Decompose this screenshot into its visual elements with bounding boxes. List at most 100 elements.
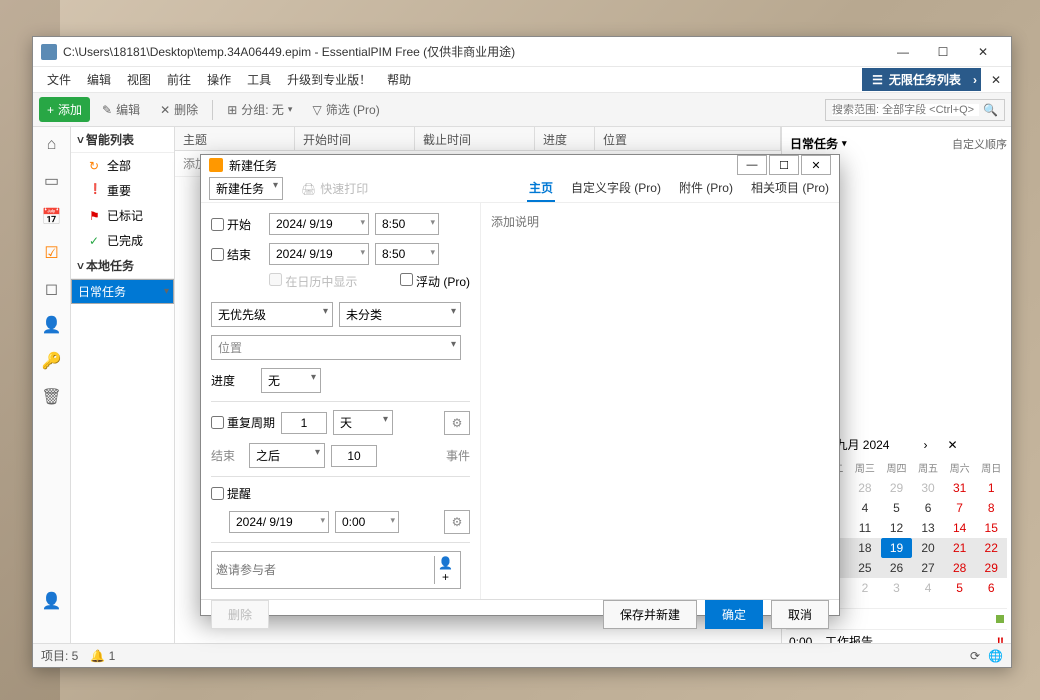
repeat-settings-button[interactable]: ⚙ [444, 411, 470, 435]
start-date-input[interactable]: 2024/ 9/19 [269, 213, 369, 235]
dialog-footer: 删除 保存并新建 确定 取消 [201, 599, 839, 629]
tree-done[interactable]: ✓已完成 [71, 228, 174, 253]
menu-file[interactable]: 文件 [39, 68, 79, 91]
description-input[interactable] [491, 213, 829, 589]
toolbar: +添加 ✎编辑 ✕删除 ⊞分组: 无▾ ▽筛选 (Pro) 🔍 [33, 93, 1011, 127]
progress-label: 进度 [211, 372, 255, 389]
repeat-checkbox[interactable]: 重复周期 [211, 414, 275, 431]
delete-button: 删除 [211, 600, 269, 629]
new-task-dialog: 新建任务 — ☐ ✕ 新建任务 🖨快速打印 主页 自定义字段 (Pro) 附件 … [200, 154, 840, 616]
event-row[interactable]: 0:00 工作报告 ‼ [786, 629, 1007, 643]
show-calendar-checkbox[interactable]: 在日历中显示 [269, 273, 357, 290]
dialog-maximize-button[interactable]: ☐ [769, 155, 799, 175]
priority-select[interactable]: 无优先级 [211, 302, 333, 327]
menu-edit[interactable]: 编辑 [79, 68, 119, 91]
tab-attach[interactable]: 附件 (Pro) [677, 175, 735, 202]
nav-notes-icon[interactable]: ◻ [40, 277, 64, 301]
repeat-unit-select[interactable]: 天 [333, 410, 393, 435]
tab-custom[interactable]: 自定义字段 (Pro) [569, 175, 663, 202]
search-input[interactable] [832, 104, 979, 116]
task-select[interactable]: 新建任务 [209, 177, 283, 200]
search-box[interactable]: 🔍 [825, 99, 1005, 121]
minimize-button[interactable]: — [883, 40, 923, 64]
priority-icon: ‼ [997, 635, 1004, 644]
close-button[interactable]: ✕ [963, 40, 1003, 64]
category-select[interactable]: 未分类 [339, 302, 461, 327]
menu-help[interactable]: 帮助 [379, 68, 419, 91]
grid-header: 主题 开始时间 截止时间 进度 位置 [175, 127, 781, 151]
tab-related[interactable]: 相关项目 (Pro) [749, 175, 831, 202]
tree-daily[interactable]: 日常任务 [71, 279, 174, 304]
status-bell[interactable]: 🔔 1 [90, 649, 115, 663]
repeat-count-input[interactable] [281, 412, 327, 434]
ok-button[interactable]: 确定 [705, 600, 763, 629]
status-globe-icon[interactable]: 🌐 [988, 649, 1003, 663]
maximize-button[interactable]: ☐ [923, 40, 963, 64]
cancel-button[interactable]: 取消 [771, 600, 829, 629]
description-pane[interactable] [481, 203, 839, 599]
nav-trash-icon[interactable]: 🗑 [40, 385, 64, 409]
col-progress[interactable]: 进度 [535, 127, 595, 150]
end-checkbox[interactable]: 结束 [211, 246, 263, 263]
nav-user-icon[interactable]: 👤 [40, 589, 64, 613]
end-time-input[interactable]: 8:50 [375, 243, 439, 265]
banner-text: 无限任务列表 [889, 71, 961, 88]
invite-input[interactable]: 👤+ [211, 551, 461, 589]
remind-time-input[interactable]: 0:00 [335, 511, 399, 533]
remind-settings-button[interactable]: ⚙ [444, 510, 470, 534]
statusbar: 项目: 5 🔔 1 ⟳ 🌐 [33, 643, 1011, 667]
dialog-toolbar: 新建任务 🖨快速打印 主页 自定义字段 (Pro) 附件 (Pro) 相关项目 … [201, 175, 839, 203]
tree-all[interactable]: ↻全部 [71, 153, 174, 178]
float-checkbox[interactable]: 浮动 (Pro) [400, 273, 470, 290]
filter-button[interactable]: ▽筛选 (Pro) [304, 97, 387, 122]
location-input[interactable]: 位置 [211, 335, 461, 360]
remind-date-input[interactable]: 2024/ 9/19 [229, 511, 329, 533]
start-time-input[interactable]: 8:50 [375, 213, 439, 235]
add-button[interactable]: +添加 [39, 97, 90, 122]
dialog-minimize-button[interactable]: — [737, 155, 767, 175]
add-participant-icon[interactable]: 👤+ [434, 556, 456, 584]
menu-action[interactable]: 操作 [199, 68, 239, 91]
col-start[interactable]: 开始时间 [295, 127, 415, 150]
col-subject[interactable]: 主题 [175, 127, 295, 150]
nav-tasks-icon[interactable]: ☑ [40, 241, 64, 265]
status-sync-icon[interactable]: ⟳ [970, 649, 980, 663]
dialog-close-button[interactable]: ✕ [801, 155, 831, 175]
promo-banner[interactable]: ☰ 无限任务列表 [862, 68, 981, 91]
progress-select[interactable]: 无 [261, 368, 321, 393]
cal-close-icon[interactable]: ✕ [947, 438, 957, 452]
dialog-title: 新建任务 [229, 157, 277, 174]
delete-button[interactable]: ✕删除 [152, 97, 206, 122]
events-label: 事件 [446, 447, 470, 464]
col-end[interactable]: 截止时间 [415, 127, 535, 150]
edit-button[interactable]: ✎编辑 [94, 97, 148, 122]
nav-home-icon[interactable]: ⌂ [40, 133, 64, 157]
menu-tools[interactable]: 工具 [239, 68, 279, 91]
col-location[interactable]: 位置 [595, 127, 781, 150]
print-icon: 🖨 [301, 182, 316, 196]
menu-view[interactable]: 视图 [119, 68, 159, 91]
menubar: 文件 编辑 视图 前往 操作 工具 升级到专业版！ 帮助 ☰ 无限任务列表 ✕ [33, 67, 1011, 93]
remind-checkbox[interactable]: 提醒 [211, 485, 263, 502]
tree-local-header[interactable]: ˅本地任务 [71, 253, 174, 279]
cal-next-icon[interactable]: › [923, 438, 927, 452]
tree-important[interactable]: ❗重要 [71, 178, 174, 203]
group-dropdown[interactable]: ⊞分组: 无▾ [219, 97, 300, 122]
app-icon [41, 44, 57, 60]
tab-main[interactable]: 主页 [527, 175, 555, 202]
banner-close-button[interactable]: ✕ [987, 71, 1005, 89]
end-date-input[interactable]: 2024/ 9/19 [269, 243, 369, 265]
cal-month: 九月 2024 [835, 436, 889, 453]
after-count-input[interactable] [331, 445, 377, 467]
save-and-new-button[interactable]: 保存并新建 [603, 600, 697, 629]
nav-card-icon[interactable]: ▭ [40, 169, 64, 193]
after-select[interactable]: 之后 [249, 443, 325, 468]
start-checkbox[interactable]: 开始 [211, 216, 263, 233]
nav-contacts-icon[interactable]: 👤 [40, 313, 64, 337]
menu-go[interactable]: 前往 [159, 68, 199, 91]
menu-upgrade[interactable]: 升级到专业版！ [279, 68, 379, 91]
tree-smart-header[interactable]: ˅智能列表 [71, 127, 174, 153]
tree-flagged[interactable]: ⚑已标记 [71, 203, 174, 228]
nav-calendar-icon[interactable]: 📅 [40, 205, 64, 229]
nav-password-icon[interactable]: 🔑 [40, 349, 64, 373]
